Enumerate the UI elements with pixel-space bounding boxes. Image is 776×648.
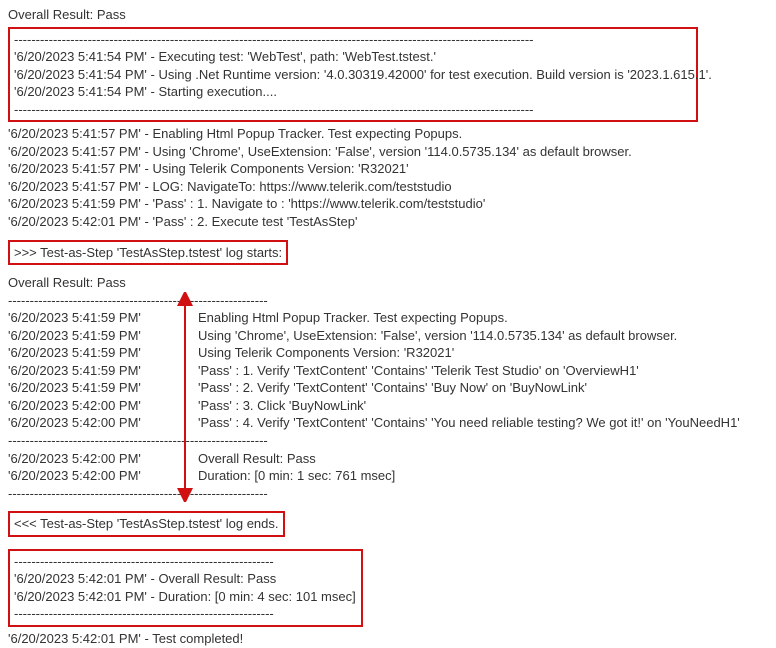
log-line: '6/20/2023 5:41:57 PM' - LOG: NavigateTo… xyxy=(8,178,768,196)
divider: ----------------------------------------… xyxy=(8,292,768,310)
box-execution-start: ----------------------------------------… xyxy=(8,27,698,123)
inner-log-row: '6/20/2023 5:42:00 PM' Overall Result: Pa… xyxy=(8,450,768,468)
log-line: '6/20/2023 5:41:57 PM' - Using 'Chrome',… xyxy=(8,143,768,161)
box-log-ends: <<< Test-as-Step 'TestAsStep.tstest' log… xyxy=(8,511,285,537)
inner-log-row: '6/20/2023 5:41:59 PM' 'Pass' : 2. Verify… xyxy=(8,379,768,397)
timestamp: '6/20/2023 5:42:00 PM' xyxy=(8,397,178,415)
log-line: '6/20/2023 5:41:54 PM' - Executing test:… xyxy=(14,48,692,66)
timestamp: '6/20/2023 5:42:00 PM' xyxy=(8,414,178,432)
log-line: '6/20/2023 5:41:57 PM' - Using Telerik C… xyxy=(8,160,768,178)
inner-log-row: '6/20/2023 5:42:00 PM' 'Pass' : 3. Click … xyxy=(8,397,768,415)
inner-log-block: ----------------------------------------… xyxy=(8,292,768,503)
log-line: '6/20/2023 5:41:59 PM' - 'Pass' : 1. Nav… xyxy=(8,195,768,213)
timestamp: '6/20/2023 5:42:00 PM' xyxy=(8,467,178,485)
inner-log-row: '6/20/2023 5:42:00 PM' Duration: [0 min: … xyxy=(8,467,768,485)
log-message: Overall Result: Pass xyxy=(198,450,768,468)
log-message: 'Pass' : 1. Verify 'TextContent' 'Contai… xyxy=(198,362,768,380)
log-line: '6/20/2023 5:42:01 PM' - Overall Result:… xyxy=(14,570,357,588)
divider: ----------------------------------------… xyxy=(14,101,692,119)
log-line: '6/20/2023 5:42:01 PM' - Test completed! xyxy=(8,630,768,648)
inner-log-row: '6/20/2023 5:41:59 PM' Using 'Chrome', Us… xyxy=(8,327,768,345)
log-message: Enabling Html Popup Tracker. Test expect… xyxy=(198,309,768,327)
timestamp: '6/20/2023 5:42:00 PM' xyxy=(8,450,178,468)
timestamp: '6/20/2023 5:41:59 PM' xyxy=(8,379,178,397)
divider: ----------------------------------------… xyxy=(8,485,768,503)
log-line: '6/20/2023 5:41:54 PM' - Starting execut… xyxy=(14,83,692,101)
log-line: '6/20/2023 5:41:54 PM' - Using .Net Runt… xyxy=(14,66,692,84)
log-line: '6/20/2023 5:42:01 PM' - Duration: [0 mi… xyxy=(14,588,357,606)
box-log-starts: >>> Test-as-Step 'TestAsStep.tstest' log… xyxy=(8,240,288,266)
inner-log-row: '6/20/2023 5:41:59 PM' Using Telerik Comp… xyxy=(8,344,768,362)
timestamp: '6/20/2023 5:41:59 PM' xyxy=(8,362,178,380)
log-line: '6/20/2023 5:42:01 PM' - 'Pass' : 2. Exe… xyxy=(8,213,768,231)
divider: ----------------------------------------… xyxy=(8,432,768,450)
timestamp: '6/20/2023 5:41:59 PM' xyxy=(8,327,178,345)
divider: ----------------------------------------… xyxy=(14,31,692,49)
inner-log-row: '6/20/2023 5:42:00 PM' 'Pass' : 4. Verify… xyxy=(8,414,768,432)
inner-log-row: '6/20/2023 5:41:59 PM' 'Pass' : 1. Verify… xyxy=(8,362,768,380)
overall-result: Overall Result: Pass xyxy=(8,6,768,24)
box-final-summary: ----------------------------------------… xyxy=(8,549,363,627)
inner-overall-result: Overall Result: Pass xyxy=(8,274,768,292)
log-line: '6/20/2023 5:41:57 PM' - Enabling Html P… xyxy=(8,125,768,143)
log-message: Duration: [0 min: 1 sec: 761 msec] xyxy=(198,467,768,485)
divider: ----------------------------------------… xyxy=(14,553,357,571)
log-message: Using Telerik Components Version: 'R3202… xyxy=(198,344,768,362)
divider: ----------------------------------------… xyxy=(14,605,357,623)
log-message: 'Pass' : 3. Click 'BuyNowLink' xyxy=(198,397,768,415)
timestamp: '6/20/2023 5:41:59 PM' xyxy=(8,344,178,362)
log-message: 'Pass' : 4. Verify 'TextContent' 'Contai… xyxy=(198,414,768,432)
timestamp: '6/20/2023 5:41:59 PM' xyxy=(8,309,178,327)
inner-log-row: '6/20/2023 5:41:59 PM' Enabling Html Popu… xyxy=(8,309,768,327)
log-message: Using 'Chrome', UseExtension: 'False', v… xyxy=(198,327,768,345)
log-message: 'Pass' : 2. Verify 'TextContent' 'Contai… xyxy=(198,379,768,397)
